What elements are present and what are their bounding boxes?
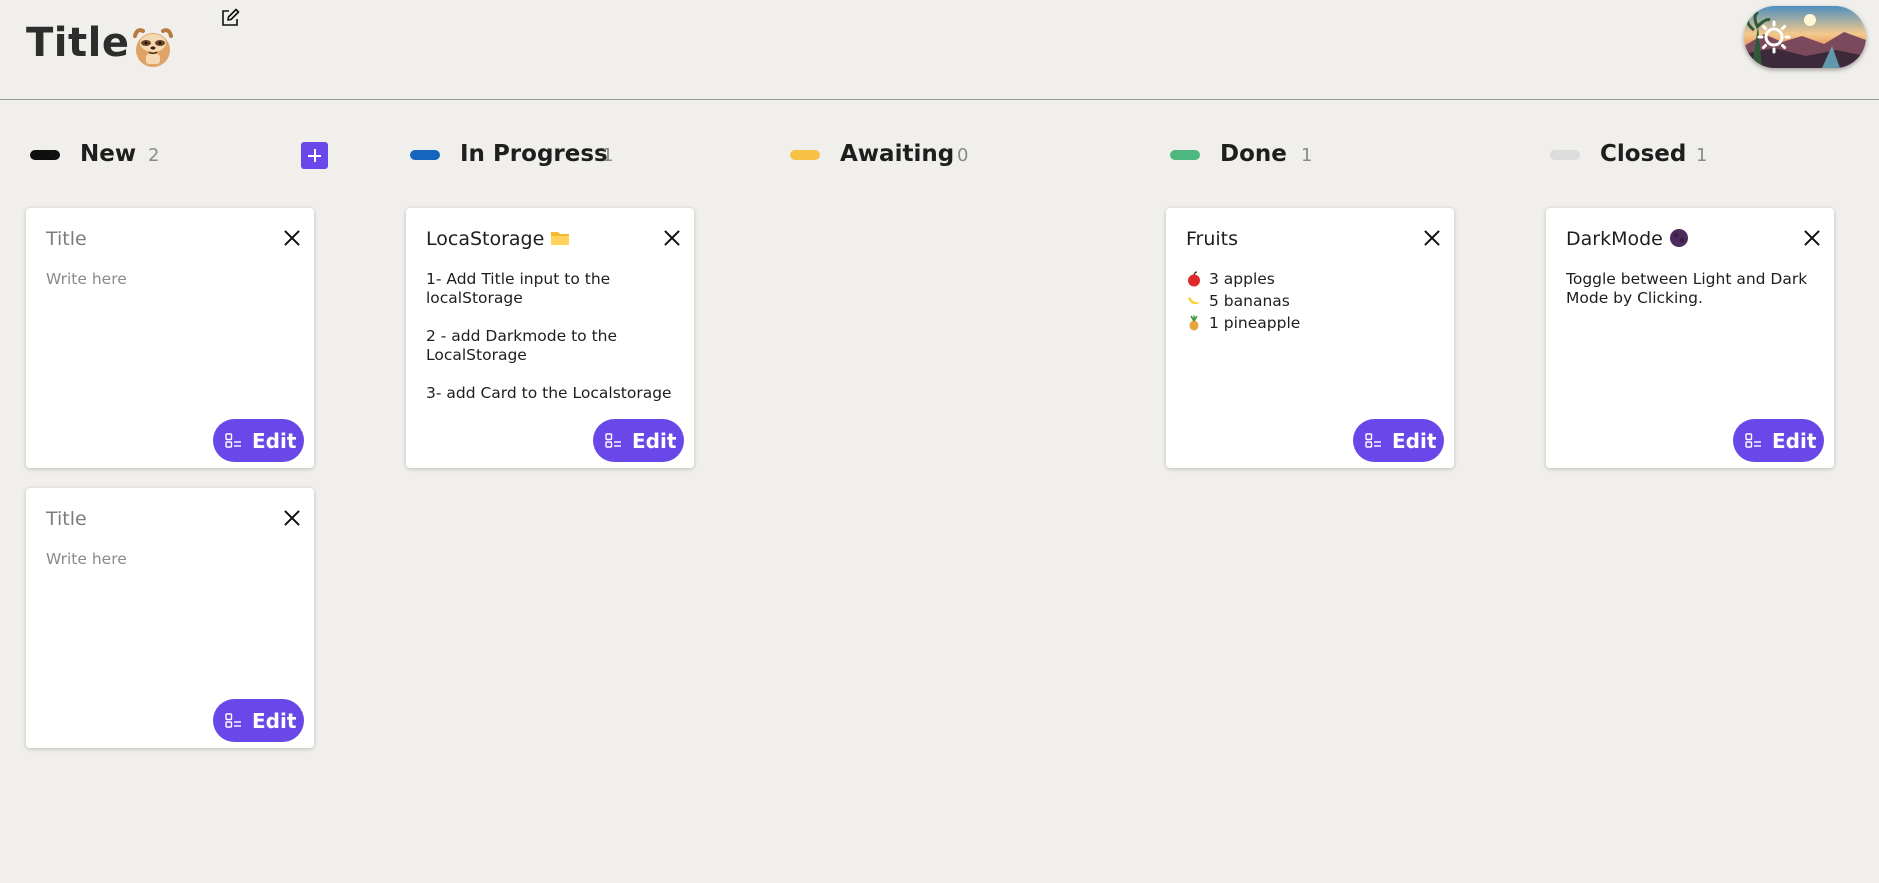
card-body-input[interactable]: 1- Add Title input to the localStorage 2… (426, 270, 682, 422)
card-count: 1 (1696, 145, 1708, 166)
edit-icon (225, 713, 241, 728)
close-icon[interactable] (1804, 230, 1820, 246)
app-header: Title (0, 0, 1879, 100)
edit-icon (605, 433, 621, 448)
status-pill (410, 150, 440, 160)
apple-emoji-icon (1188, 271, 1200, 287)
card-count: 0 (957, 145, 969, 166)
card-title-input[interactable]: Title (46, 228, 266, 250)
card-count: 2 (148, 145, 160, 166)
card-count: 1 (1301, 145, 1313, 166)
list-item-text: 3 apples (1209, 270, 1275, 288)
sunset-landscape-icon (1744, 6, 1866, 68)
add-card-button[interactable] (301, 142, 328, 169)
status-pill (1170, 150, 1200, 160)
column-awaiting: Awaiting 0 (786, 140, 1076, 170)
column-in-progress: In Progress 1 LocaStorage 1- Add Title i… (406, 140, 696, 468)
column-header: New 2 (26, 140, 328, 170)
column-title: Closed (1600, 141, 1687, 167)
list-item: 1 pineapple (1186, 314, 1442, 336)
card-title-text: DarkMode (1566, 228, 1663, 250)
edit-icon (1745, 433, 1761, 448)
pineapple-emoji-icon (1189, 315, 1199, 331)
card-body-input[interactable]: 3 apples 5 bananas 1 pineapple (1186, 270, 1442, 336)
card: Title Write here Edit (26, 488, 314, 748)
list-item: 5 bananas (1186, 292, 1442, 314)
column-title: New (80, 141, 137, 167)
card-body-line: 3- add Card to the Localstorage (426, 384, 672, 402)
column-header: In Progress 1 (406, 140, 696, 170)
card: DarkMode Toggle between Light and Dark M… (1546, 208, 1834, 468)
card-title-input[interactable]: DarkMode (1566, 228, 1786, 250)
list-item-text: 1 pineapple (1209, 314, 1301, 332)
edit-button[interactable]: Edit (1733, 419, 1824, 462)
card-body-input[interactable]: Toggle between Light and Dark Mode by Cl… (1566, 270, 1822, 308)
card-body-line: 1- Add Title input to the localStorage (426, 270, 611, 307)
status-pill (30, 150, 60, 160)
column-closed: Closed 1 DarkMode Toggle between Light a… (1546, 140, 1836, 468)
theme-toggle-button[interactable] (1744, 6, 1866, 68)
card-title-input[interactable]: LocaStorage (426, 228, 646, 250)
column-title: In Progress (460, 141, 608, 167)
card-title-text: LocaStorage (426, 228, 545, 250)
card: Fruits 3 apples 5 bananas 1 pineapple Ed… (1166, 208, 1454, 468)
column-new: New 2 Title Write here Edit Title Write … (26, 140, 328, 748)
card-count: 1 (602, 145, 614, 166)
column-title: Awaiting (840, 141, 955, 167)
edit-icon (225, 433, 241, 448)
edit-button-label: Edit (252, 709, 297, 733)
close-icon[interactable] (284, 230, 300, 246)
close-icon[interactable] (1424, 230, 1440, 246)
card-title-input[interactable]: Fruits (1186, 228, 1406, 250)
edit-title-icon[interactable] (220, 8, 240, 28)
column-header: Done 1 (1166, 140, 1456, 170)
card-body-input[interactable]: Write here (46, 550, 302, 569)
board-title[interactable]: Title (26, 20, 129, 66)
edit-button[interactable]: Edit (213, 699, 304, 742)
column-header: Closed 1 (1546, 140, 1836, 170)
card-body-line: 2 - add Darkmode to the LocalStorage (426, 327, 618, 364)
edit-button[interactable]: Edit (593, 419, 684, 462)
new-moon-emoji-icon (1669, 229, 1688, 247)
edit-button-label: Edit (1772, 429, 1817, 453)
status-pill (1550, 150, 1580, 160)
status-pill (790, 150, 820, 160)
close-icon[interactable] (284, 510, 300, 526)
card-title-input[interactable]: Title (46, 508, 266, 530)
folder-emoji-icon (551, 232, 570, 245)
edit-button-label: Edit (632, 429, 677, 453)
edit-button[interactable]: Edit (213, 419, 304, 462)
edit-button-label: Edit (252, 429, 297, 453)
edit-icon (1365, 433, 1381, 448)
card: LocaStorage 1- Add Title input to the lo… (406, 208, 694, 468)
list-item: 3 apples (1186, 270, 1442, 292)
edit-button[interactable]: Edit (1353, 419, 1444, 462)
column-header: Awaiting 0 (786, 140, 1076, 170)
banana-emoji-icon (1188, 297, 1201, 305)
card-body-input[interactable]: Write here (46, 270, 302, 289)
edit-button-label: Edit (1392, 429, 1437, 453)
card: Title Write here Edit (26, 208, 314, 468)
column-title: Done (1220, 141, 1287, 167)
sloth-logo-icon (133, 28, 173, 67)
column-done: Done 1 Fruits 3 apples 5 bananas 1 pinea… (1166, 140, 1456, 468)
list-item-text: 5 bananas (1209, 292, 1290, 310)
close-icon[interactable] (664, 230, 680, 246)
